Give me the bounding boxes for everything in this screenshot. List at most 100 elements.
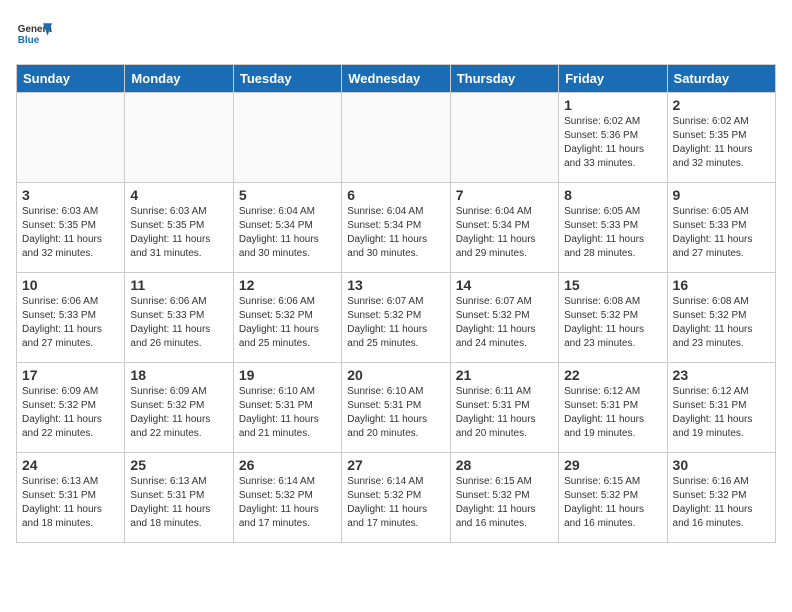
day-info: Sunrise: 6:06 AM Sunset: 5:33 PM Dayligh… [22,295,119,351]
calendar-cell: 9Sunrise: 6:05 AM Sunset: 5:33 PM Daylig… [667,183,775,273]
day-info: Sunrise: 6:14 AM Sunset: 5:32 PM Dayligh… [239,475,336,531]
day-info: Sunrise: 6:04 AM Sunset: 5:34 PM Dayligh… [456,205,553,261]
day-number: 10 [22,277,119,293]
day-number: 1 [564,97,661,113]
calendar-cell [450,93,558,183]
weekday-header-thursday: Thursday [450,65,558,93]
day-info: Sunrise: 6:12 AM Sunset: 5:31 PM Dayligh… [673,385,770,441]
day-number: 25 [130,457,227,473]
day-number: 17 [22,367,119,383]
calendar-cell: 20 Sunrise: 6:10 AM Sunset: 5:31 PM Dayli… [342,363,450,453]
day-number: 14 [456,277,553,293]
calendar-table: SundayMondayTuesdayWednesdayThursdayFrid… [16,64,776,543]
calendar-cell: 26 Sunrise: 6:14 AM Sunset: 5:32 PM Dayli… [233,453,341,543]
day-number: 20 [347,367,444,383]
weekday-header-wednesday: Wednesday [342,65,450,93]
calendar-cell: 22 Sunrise: 6:12 AM Sunset: 5:31 PM Dayli… [559,363,667,453]
day-number: 18 [130,367,227,383]
day-number: 5 [239,187,336,203]
weekday-header-row: SundayMondayTuesdayWednesdayThursdayFrid… [17,65,776,93]
calendar-cell: 16Sunrise: 6:08 AM Sunset: 5:32 PM Dayli… [667,273,775,363]
calendar-cell [17,93,125,183]
calendar-cell: 4 Sunrise: 6:03 AM Sunset: 5:35 PM Daylig… [125,183,233,273]
calendar-cell: 6 Sunrise: 6:04 AM Sunset: 5:34 PM Daylig… [342,183,450,273]
day-number: 6 [347,187,444,203]
day-info: Sunrise: 6:10 AM Sunset: 5:31 PM Dayligh… [239,385,336,441]
day-info: Sunrise: 6:09 AM Sunset: 5:32 PM Dayligh… [130,385,227,441]
day-info: Sunrise: 6:15 AM Sunset: 5:32 PM Dayligh… [564,475,661,531]
day-number: 26 [239,457,336,473]
logo: General Blue [16,16,52,52]
day-number: 11 [130,277,227,293]
day-info: Sunrise: 6:07 AM Sunset: 5:32 PM Dayligh… [347,295,444,351]
day-number: 23 [673,367,770,383]
day-info: Sunrise: 6:04 AM Sunset: 5:34 PM Dayligh… [347,205,444,261]
logo-icon: General Blue [16,16,52,52]
day-number: 3 [22,187,119,203]
day-number: 15 [564,277,661,293]
day-info: Sunrise: 6:12 AM Sunset: 5:31 PM Dayligh… [564,385,661,441]
day-number: 13 [347,277,444,293]
day-number: 7 [456,187,553,203]
weekday-header-friday: Friday [559,65,667,93]
weekday-header-sunday: Sunday [17,65,125,93]
day-info: Sunrise: 6:05 AM Sunset: 5:33 PM Dayligh… [564,205,661,261]
calendar-cell: 24Sunrise: 6:13 AM Sunset: 5:31 PM Dayli… [17,453,125,543]
svg-text:Blue: Blue [18,35,40,46]
calendar-cell: 21 Sunrise: 6:11 AM Sunset: 5:31 PM Dayli… [450,363,558,453]
calendar-cell: 2 Sunrise: 6:02 AM Sunset: 5:35 PM Daylig… [667,93,775,183]
calendar-cell: 13 Sunrise: 6:07 AM Sunset: 5:32 PM Dayli… [342,273,450,363]
day-number: 8 [564,187,661,203]
calendar-cell: 27 Sunrise: 6:14 AM Sunset: 5:32 PM Dayli… [342,453,450,543]
day-number: 16 [673,277,770,293]
calendar-cell: 14 Sunrise: 6:07 AM Sunset: 5:32 PM Dayli… [450,273,558,363]
weekday-header-monday: Monday [125,65,233,93]
calendar-cell: 1 Sunrise: 6:02 AM Sunset: 5:36 PM Daylig… [559,93,667,183]
calendar-cell: 12 Sunrise: 6:06 AM Sunset: 5:32 PM Dayli… [233,273,341,363]
day-info: Sunrise: 6:09 AM Sunset: 5:32 PM Dayligh… [22,385,119,441]
page-header: General Blue [16,16,776,52]
weekday-header-saturday: Saturday [667,65,775,93]
day-info: Sunrise: 6:15 AM Sunset: 5:32 PM Dayligh… [456,475,553,531]
calendar-cell: 5 Sunrise: 6:04 AM Sunset: 5:34 PM Daylig… [233,183,341,273]
calendar-cell: 29Sunrise: 6:15 AM Sunset: 5:32 PM Dayli… [559,453,667,543]
day-info: Sunrise: 6:03 AM Sunset: 5:35 PM Dayligh… [130,205,227,261]
day-number: 22 [564,367,661,383]
day-info: Sunrise: 6:06 AM Sunset: 5:32 PM Dayligh… [239,295,336,351]
calendar-cell: 17 Sunrise: 6:09 AM Sunset: 5:32 PM Dayli… [17,363,125,453]
day-info: Sunrise: 6:10 AM Sunset: 5:31 PM Dayligh… [347,385,444,441]
day-info: Sunrise: 6:02 AM Sunset: 5:36 PM Dayligh… [564,115,661,171]
calendar-cell [342,93,450,183]
calendar-cell: 18 Sunrise: 6:09 AM Sunset: 5:32 PM Dayli… [125,363,233,453]
day-number: 21 [456,367,553,383]
calendar-cell: 25Sunrise: 6:13 AM Sunset: 5:31 PM Dayli… [125,453,233,543]
day-number: 2 [673,97,770,113]
calendar-cell: 11Sunrise: 6:06 AM Sunset: 5:33 PM Dayli… [125,273,233,363]
calendar-cell: 10 Sunrise: 6:06 AM Sunset: 5:33 PM Dayli… [17,273,125,363]
calendar-week-5: 24Sunrise: 6:13 AM Sunset: 5:31 PM Dayli… [17,453,776,543]
day-number: 19 [239,367,336,383]
day-info: Sunrise: 6:02 AM Sunset: 5:35 PM Dayligh… [673,115,770,171]
calendar-week-2: 3 Sunrise: 6:03 AM Sunset: 5:35 PM Daylig… [17,183,776,273]
day-number: 30 [673,457,770,473]
calendar-cell [125,93,233,183]
calendar-cell [233,93,341,183]
day-number: 4 [130,187,227,203]
calendar-week-3: 10 Sunrise: 6:06 AM Sunset: 5:33 PM Dayli… [17,273,776,363]
day-number: 27 [347,457,444,473]
calendar-cell: 23 Sunrise: 6:12 AM Sunset: 5:31 PM Dayli… [667,363,775,453]
day-info: Sunrise: 6:03 AM Sunset: 5:35 PM Dayligh… [22,205,119,261]
day-number: 28 [456,457,553,473]
calendar-body: 1 Sunrise: 6:02 AM Sunset: 5:36 PM Daylig… [17,93,776,543]
calendar-cell: 7 Sunrise: 6:04 AM Sunset: 5:34 PM Daylig… [450,183,558,273]
day-info: Sunrise: 6:04 AM Sunset: 5:34 PM Dayligh… [239,205,336,261]
day-info: Sunrise: 6:08 AM Sunset: 5:32 PM Dayligh… [564,295,661,351]
day-info: Sunrise: 6:13 AM Sunset: 5:31 PM Dayligh… [22,475,119,531]
day-number: 12 [239,277,336,293]
day-info: Sunrise: 6:14 AM Sunset: 5:32 PM Dayligh… [347,475,444,531]
day-info: Sunrise: 6:07 AM Sunset: 5:32 PM Dayligh… [456,295,553,351]
calendar-cell: 8 Sunrise: 6:05 AM Sunset: 5:33 PM Daylig… [559,183,667,273]
day-info: Sunrise: 6:11 AM Sunset: 5:31 PM Dayligh… [456,385,553,441]
day-number: 9 [673,187,770,203]
calendar-cell: 15 Sunrise: 6:08 AM Sunset: 5:32 PM Dayli… [559,273,667,363]
